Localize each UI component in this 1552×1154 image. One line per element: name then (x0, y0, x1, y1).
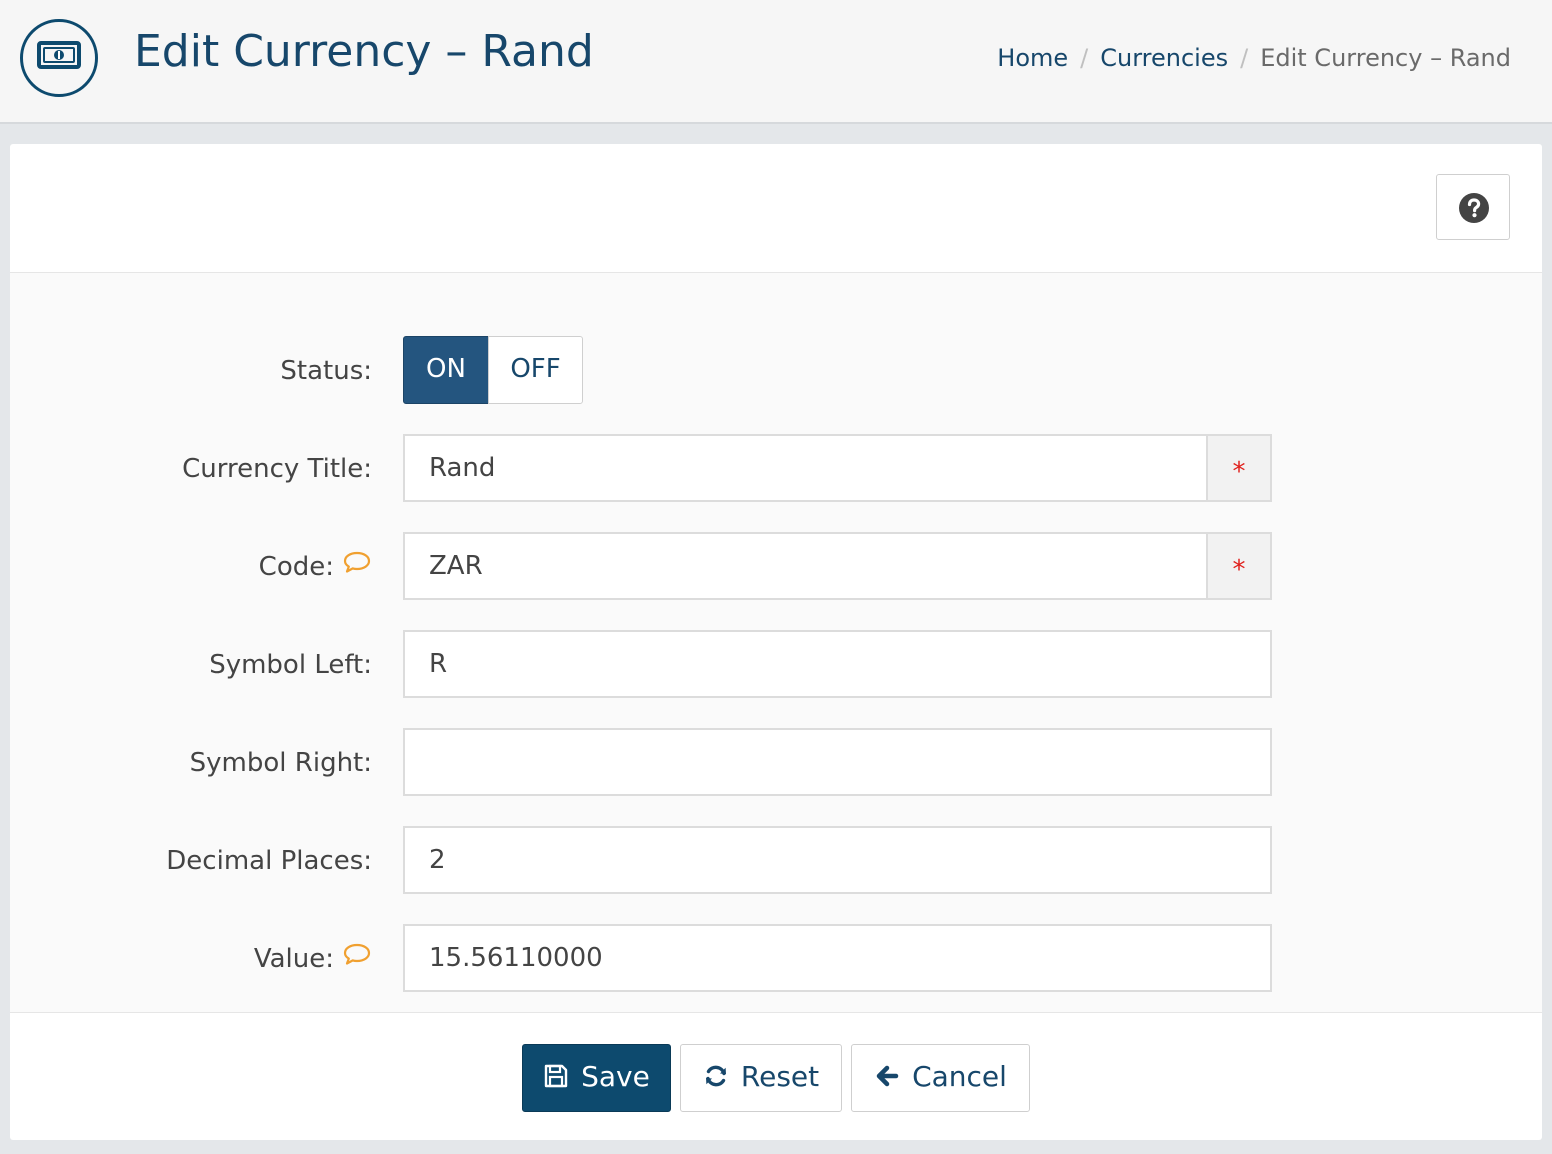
required-marker: * (1206, 534, 1270, 598)
save-button[interactable]: Save (522, 1044, 671, 1112)
symbol-right-input[interactable] (405, 730, 1270, 794)
symbol-right-label: Symbol Right: (189, 748, 372, 778)
symbol-left-field (403, 630, 1272, 698)
page-header: Edit Currency – Rand Home / Currencies / Edi… (0, 0, 1552, 124)
breadcrumb: Home / Currencies / Edit Currency – Rand (997, 44, 1511, 72)
currency-title-input[interactable] (405, 436, 1211, 500)
panel-toolbar (10, 144, 1542, 273)
breadcrumb-currencies-link[interactable]: Currencies (1100, 44, 1228, 72)
symbol-left-input[interactable] (405, 632, 1270, 696)
page-title: Edit Currency – Rand (134, 26, 594, 77)
decimal-places-label: Decimal Places: (166, 846, 372, 876)
value-label: Value: (254, 926, 372, 992)
value-field (403, 924, 1272, 992)
status-off-button[interactable]: OFF (488, 336, 583, 404)
status-on-button[interactable]: ON (403, 336, 489, 404)
cancel-button[interactable]: Cancel (851, 1044, 1030, 1112)
breadcrumb-home-link[interactable]: Home (997, 44, 1068, 72)
value-label-text: Value: (253, 944, 334, 974)
comment-icon[interactable] (342, 925, 372, 991)
code-label-text: Code: (258, 552, 334, 582)
status-toggle[interactable]: ON OFF (403, 336, 583, 404)
cancel-button-label: Cancel (912, 1060, 1007, 1093)
currency-title-field: * (403, 434, 1272, 502)
symbol-left-label: Symbol Left: (209, 650, 372, 680)
breadcrumb-current: Edit Currency – Rand (1260, 44, 1511, 72)
reset-button-label: Reset (740, 1060, 820, 1093)
money-bill-icon (20, 19, 98, 97)
code-field: * (403, 532, 1272, 600)
comment-icon[interactable] (342, 533, 372, 599)
breadcrumb-separator: / (1240, 44, 1249, 72)
floppy-disk-icon (544, 1064, 568, 1087)
arrow-left-icon (876, 1065, 899, 1086)
currency-title-label: Currency Title: (182, 454, 372, 484)
edit-currency-panel: Status: ON OFF Currency Title: * Code: *… (10, 144, 1542, 1140)
help-button[interactable] (1436, 174, 1510, 240)
save-button-label: Save (581, 1060, 650, 1093)
refresh-icon (705, 1065, 726, 1086)
code-label: Code: (259, 534, 372, 600)
code-input[interactable] (405, 534, 1211, 598)
status-label: Status: (280, 356, 372, 386)
required-marker: * (1206, 436, 1270, 500)
value-input[interactable] (405, 926, 1270, 990)
reset-button[interactable]: Reset (680, 1044, 842, 1112)
decimal-places-field (403, 826, 1272, 894)
breadcrumb-separator: / (1080, 44, 1089, 72)
decimal-places-input[interactable] (405, 828, 1270, 892)
question-circle-icon (1459, 193, 1489, 223)
symbol-right-field (403, 728, 1272, 796)
